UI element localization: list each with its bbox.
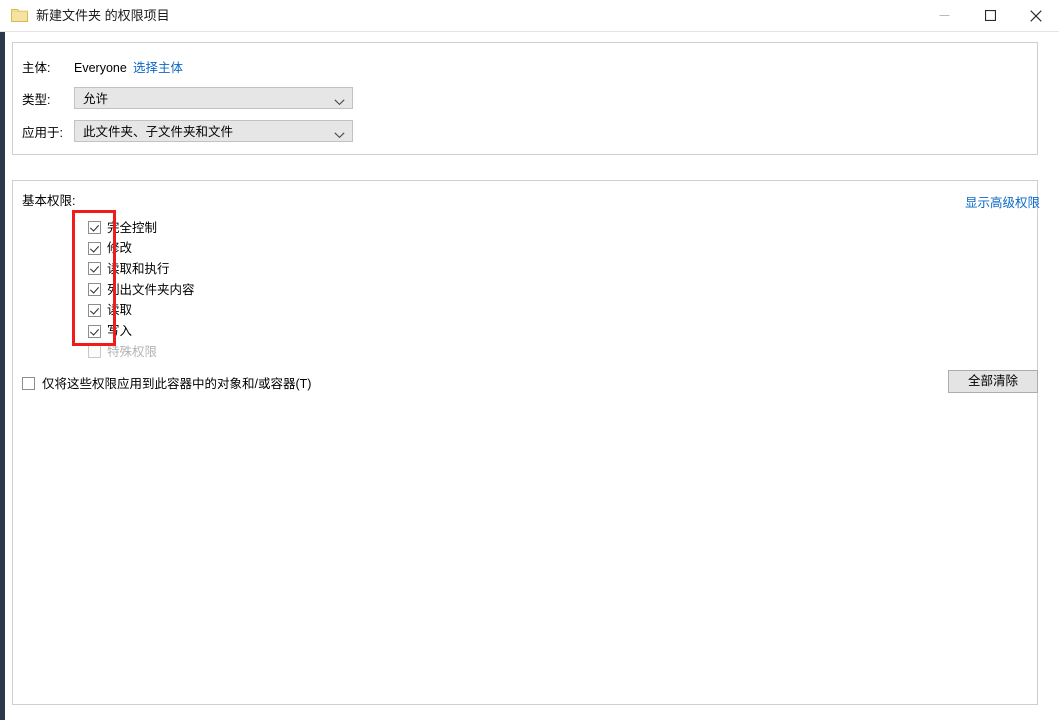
chevron-down-icon [334, 128, 345, 142]
type-dropdown[interactable]: 允许 [74, 87, 353, 109]
chevron-down-icon [334, 95, 345, 109]
clear-all-button[interactable]: 全部清除 [948, 370, 1038, 393]
minimize-button[interactable] [921, 0, 967, 31]
maximize-button[interactable] [967, 0, 1013, 31]
permission-row[interactable]: 完全控制 [88, 219, 157, 236]
permission-row[interactable]: 修改 [88, 240, 132, 257]
type-label: 类型: [22, 92, 50, 108]
window-title: 新建文件夹 的权限项目 [36, 7, 170, 24]
permission-row[interactable]: 读取和执行 [88, 260, 170, 277]
permission-checkbox[interactable] [88, 283, 101, 296]
permission-checkbox[interactable] [88, 325, 101, 338]
window-left-edge [0, 0, 5, 720]
permission-row[interactable]: 写入 [88, 323, 132, 340]
permission-label: 读取 [107, 302, 132, 318]
permission-label: 写入 [107, 323, 132, 339]
permission-label: 列出文件夹内容 [107, 282, 195, 298]
permission-checkbox[interactable] [88, 304, 101, 317]
title-bar: 新建文件夹 的权限项目 [0, 0, 1059, 32]
permission-label: 特殊权限 [107, 344, 157, 360]
permission-row[interactable]: 读取 [88, 302, 132, 319]
permission-row: 特殊权限 [88, 343, 157, 360]
folder-icon [11, 8, 28, 22]
subject-label: 主体: [22, 60, 50, 76]
container-only-checkbox-row[interactable]: 仅将这些权限应用到此容器中的对象和/或容器(T) [22, 375, 311, 392]
apply-to-dropdown[interactable]: 此文件夹、子文件夹和文件 [74, 120, 353, 142]
container-only-label: 仅将这些权限应用到此容器中的对象和/或容器(T) [42, 376, 311, 392]
basic-permissions-label: 基本权限: [22, 193, 75, 209]
close-button[interactable] [1013, 0, 1059, 31]
type-dropdown-value: 允许 [83, 91, 108, 107]
subject-value: Everyone [74, 60, 127, 76]
permission-checkbox[interactable] [88, 221, 101, 234]
permission-label: 完全控制 [107, 220, 157, 236]
permission-row[interactable]: 列出文件夹内容 [88, 281, 195, 298]
select-subject-link[interactable]: 选择主体 [133, 60, 183, 76]
permissions-panel [12, 180, 1038, 705]
apply-to-dropdown-value: 此文件夹、子文件夹和文件 [83, 124, 233, 140]
permission-label: 修改 [107, 240, 132, 256]
permission-checkbox [88, 345, 101, 358]
show-advanced-permissions-link[interactable]: 显示高级权限 [965, 195, 1040, 211]
permission-checkbox[interactable] [88, 242, 101, 255]
permission-label: 读取和执行 [107, 261, 170, 277]
permission-checkbox[interactable] [88, 262, 101, 275]
permission-entry-dialog: 新建文件夹 的权限项目 主体: Everyone 选择主体 类型: 允许 [0, 0, 1059, 720]
apply-to-label: 应用于: [22, 125, 63, 141]
container-only-checkbox[interactable] [22, 377, 35, 390]
